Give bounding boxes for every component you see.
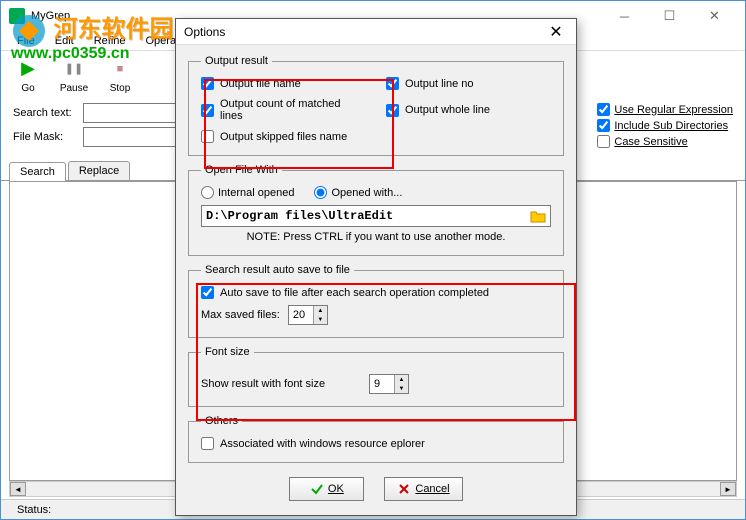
spinner-up-button[interactable]: ▲ — [395, 375, 408, 384]
pause-button[interactable]: ❚❚ Pause — [55, 57, 93, 94]
font-size-input[interactable] — [370, 375, 394, 393]
open-file-legend: Open File With — [201, 164, 282, 176]
menu-edit[interactable]: Edit — [47, 33, 82, 49]
max-saved-input[interactable] — [289, 306, 313, 324]
cancel-button[interactable]: Cancel — [384, 477, 462, 501]
regex-label: Use Regular Expression — [614, 104, 733, 116]
spinner-up-button[interactable]: ▲ — [314, 306, 327, 315]
pause-icon: ❚❚ — [62, 57, 86, 81]
output-lineno-label: Output line no — [405, 78, 474, 90]
regex-checkbox[interactable] — [597, 103, 610, 116]
output-wholeline-label: Output whole line — [405, 104, 490, 116]
dialog-titlebar: Options ✕ — [176, 19, 576, 45]
go-button[interactable]: ▶ Go — [9, 57, 47, 94]
stop-button[interactable]: ■ Stop — [101, 57, 139, 94]
output-filename-checkbox[interactable] — [201, 77, 214, 90]
auto-save-legend: Search result auto save to file — [201, 264, 354, 276]
output-result-legend: Output result — [201, 55, 272, 67]
window-title: MyGrep — [31, 10, 70, 22]
x-icon — [397, 482, 411, 496]
options-dialog: Options ✕ Output result Output file name… — [175, 18, 577, 516]
app-icon — [9, 8, 25, 24]
ok-button[interactable]: OK — [289, 477, 364, 501]
case-label: Case Sensitive — [614, 136, 687, 148]
menu-file[interactable]: File — [9, 33, 43, 49]
assoc-label: Associated with windows resource eplorer — [220, 438, 425, 450]
auto-save-label: Auto save to file after each search oper… — [220, 287, 489, 299]
font-size-label: Show result with font size — [201, 378, 361, 390]
output-matched-checkbox[interactable] — [201, 104, 214, 117]
maximize-button[interactable]: ☐ — [647, 1, 692, 31]
options-checkboxes: Use Regular Expression Include Sub Direc… — [597, 103, 733, 151]
tab-search[interactable]: Search — [9, 162, 66, 181]
open-note: NOTE: Press CTRL if you want to use anot… — [201, 231, 551, 243]
open-file-group: Open File With Internal opened Opened wi… — [188, 164, 564, 256]
menu-refine[interactable]: Refine — [86, 33, 134, 49]
max-saved-spinner[interactable]: ▲ ▼ — [288, 305, 328, 325]
search-text-label: Search text: — [13, 107, 77, 119]
spinner-down-button[interactable]: ▼ — [395, 384, 408, 393]
scroll-left-button[interactable]: ◄ — [10, 482, 26, 496]
scroll-right-button[interactable]: ► — [720, 482, 736, 496]
folder-icon[interactable] — [530, 208, 546, 224]
check-icon — [310, 482, 324, 496]
auto-save-group: Search result auto save to file Auto sav… — [188, 264, 564, 338]
case-checkbox[interactable] — [597, 135, 610, 148]
output-matched-label: Output count of matched lines — [220, 98, 366, 122]
internal-label: Internal opened — [218, 187, 294, 199]
font-size-legend: Font size — [201, 346, 254, 358]
dialog-buttons: OK Cancel — [188, 471, 564, 507]
output-skipped-label: Output skipped files name — [220, 131, 347, 143]
subdirs-label: Include Sub Directories — [614, 120, 728, 132]
spinner-down-button[interactable]: ▼ — [314, 315, 327, 324]
opened-with-radio[interactable] — [314, 186, 327, 199]
max-saved-label: Max saved files: — [201, 309, 280, 321]
output-lineno-checkbox[interactable] — [386, 77, 399, 90]
internal-radio[interactable] — [201, 186, 214, 199]
font-size-spinner[interactable]: ▲ ▼ — [369, 374, 409, 394]
subdirs-checkbox[interactable] — [597, 119, 610, 132]
stop-icon: ■ — [108, 57, 132, 81]
play-icon: ▶ — [16, 57, 40, 81]
others-legend: Others — [201, 415, 242, 427]
assoc-checkbox[interactable] — [201, 437, 214, 450]
font-size-group: Font size Show result with font size ▲ ▼ — [188, 346, 564, 407]
opened-with-label: Opened with... — [331, 187, 402, 199]
status-label: Status: — [9, 504, 59, 516]
close-button[interactable]: ✕ — [692, 1, 737, 31]
auto-save-checkbox[interactable] — [201, 286, 214, 299]
output-filename-label: Output file name — [220, 78, 301, 90]
dialog-title: Options — [184, 25, 225, 39]
editor-path-input[interactable]: D:\Program files\UltraEdit — [201, 205, 551, 227]
output-result-group: Output result Output file name Output li… — [188, 55, 564, 156]
file-mask-label: File Mask: — [13, 131, 77, 143]
output-skipped-checkbox[interactable] — [201, 130, 214, 143]
dialog-close-button[interactable]: ✕ — [544, 20, 568, 44]
others-group: Others Associated with windows resource … — [188, 415, 564, 463]
tab-replace[interactable]: Replace — [68, 161, 130, 180]
minimize-button[interactable]: ─ — [602, 1, 647, 31]
output-wholeline-checkbox[interactable] — [386, 104, 399, 117]
